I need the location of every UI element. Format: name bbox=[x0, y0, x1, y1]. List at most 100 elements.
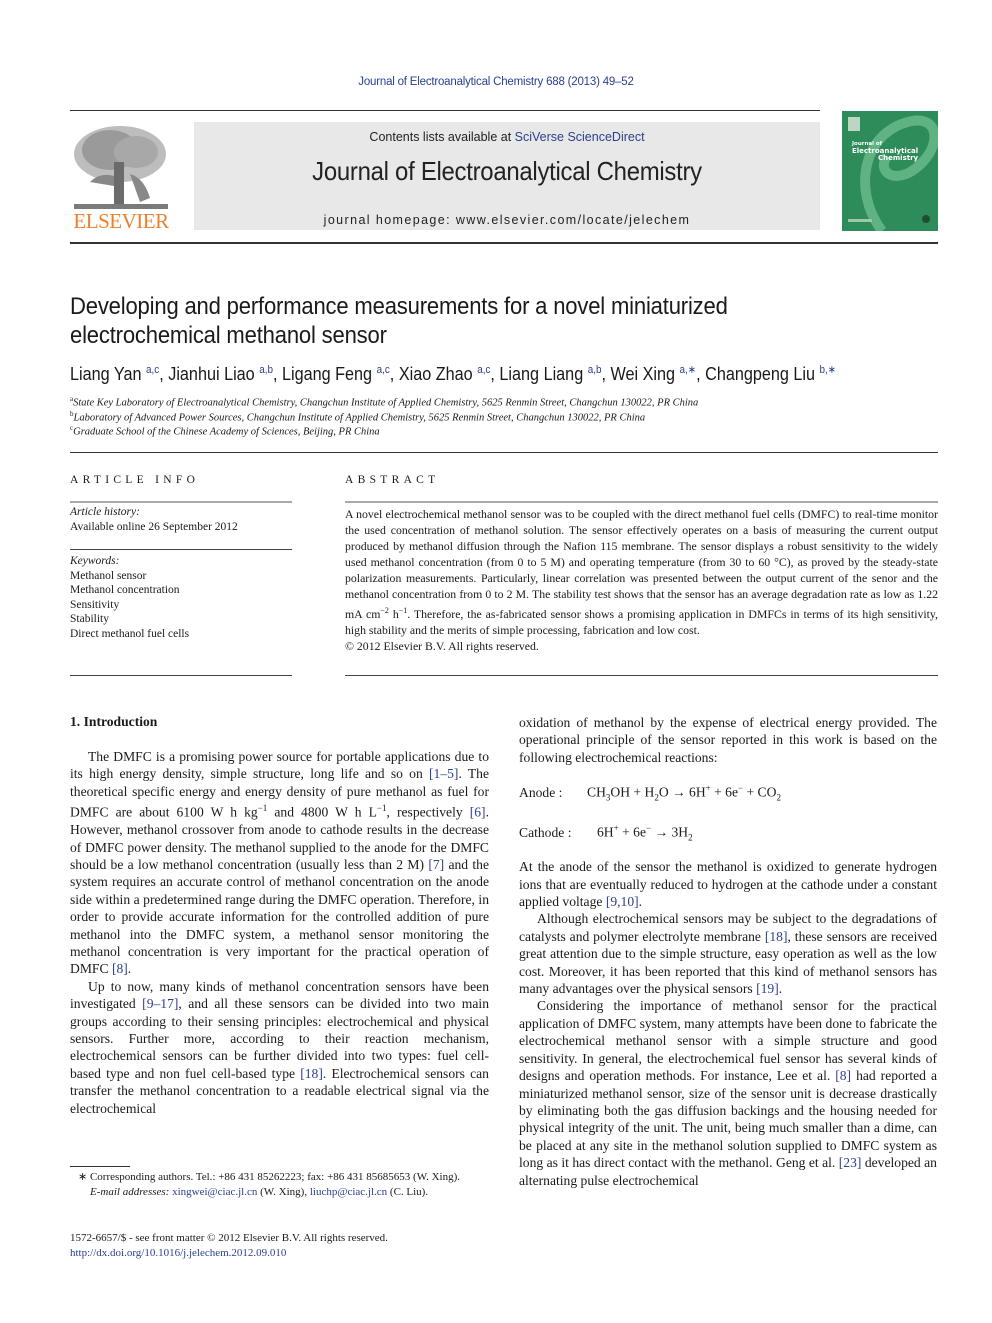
header-thick-rule bbox=[70, 242, 938, 244]
affiliation-mark[interactable]: a,c bbox=[477, 364, 490, 376]
equation-label: Anode : bbox=[519, 784, 563, 800]
abstract-text: A novel electrochemical methanol sensor … bbox=[345, 506, 938, 654]
email-link[interactable]: xingwei@ciac.jl.cn bbox=[172, 1186, 257, 1198]
cover-title: Journal of Electroanalytical Chemistry bbox=[852, 141, 918, 162]
issn-line: 1572-6657/$ - see front matter © 2012 El… bbox=[70, 1232, 388, 1244]
keywords: Keywords: Methanol sensor Methanol conce… bbox=[70, 554, 189, 642]
cover-swoosh-icon bbox=[848, 115, 938, 231]
paragraph: The DMFC is a promising power source for… bbox=[70, 748, 489, 978]
affiliation-text: State Key Laboratory of Electroanalytica… bbox=[73, 397, 699, 409]
author-name: Wei Xing bbox=[610, 364, 676, 384]
affiliation-mark[interactable]: a,b bbox=[259, 364, 273, 376]
info-rule bbox=[70, 675, 292, 676]
section-rule bbox=[70, 452, 938, 453]
paragraph: oxidation of methanol by the expense of … bbox=[519, 715, 937, 765]
tree-icon bbox=[74, 126, 168, 209]
citation-link[interactable]: [6] bbox=[470, 805, 486, 820]
author-name: Changpeng Liu bbox=[705, 364, 816, 384]
affiliation-text: Laboratory of Advanced Power Sources, Ch… bbox=[73, 412, 646, 424]
publisher-name: ELSEVIER bbox=[73, 209, 169, 233]
superscript: −1 bbox=[376, 803, 387, 814]
author[interactable]: Wei Xing a,∗ bbox=[611, 364, 697, 384]
journal-banner: Contents lists available at SciVerse Sci… bbox=[194, 122, 820, 230]
text: . bbox=[127, 961, 132, 977]
keyword: Direct methanol fuel cells bbox=[70, 627, 190, 640]
affiliation-mark[interactable]: a,c bbox=[377, 364, 390, 376]
author[interactable]: Liang Liang a,b bbox=[499, 364, 601, 384]
citation-link[interactable]: [8] bbox=[112, 961, 128, 976]
abstract-rule bbox=[345, 501, 938, 503]
author[interactable]: Ligang Feng a,c bbox=[282, 364, 390, 384]
author[interactable]: Liang Yan a,c bbox=[70, 364, 159, 384]
citation-link[interactable]: [8] bbox=[835, 1068, 851, 1083]
publisher-logo[interactable]: ELSEVIER bbox=[70, 122, 172, 233]
citation-link[interactable]: [7] bbox=[428, 857, 444, 872]
author[interactable]: Changpeng Liu b,∗ bbox=[705, 364, 836, 384]
citation-link[interactable]: [9–17] bbox=[142, 996, 178, 1011]
citation-link[interactable]: [18] bbox=[765, 929, 788, 944]
section-heading: 1. Introduction bbox=[70, 714, 158, 729]
author-sep: , bbox=[601, 364, 611, 384]
email-label: E-mail addresses: bbox=[90, 1186, 170, 1198]
journal-title: Journal of Electroanalytical Chemistry bbox=[312, 156, 702, 186]
affiliation: cGraduate School of the Chinese Academy … bbox=[70, 424, 380, 438]
affiliation-mark[interactable]: a,c bbox=[146, 364, 159, 376]
info-rule bbox=[70, 549, 292, 550]
affiliation-mark[interactable]: a,b bbox=[588, 364, 602, 376]
issn-block: 1572-6657/$ - see front matter © 2012 El… bbox=[70, 1231, 388, 1260]
author-name: Liang Yan bbox=[70, 364, 142, 384]
superscript: −1 bbox=[398, 605, 408, 615]
keyword: Methanol concentration bbox=[70, 584, 180, 597]
email-owner: (C. Liu). bbox=[387, 1186, 429, 1198]
citation-link[interactable]: [9,10] bbox=[606, 894, 639, 909]
header-rule bbox=[70, 110, 820, 111]
author-name: Liang Liang bbox=[499, 364, 584, 384]
paragraph: Up to now, many kinds of methanol concen… bbox=[70, 978, 489, 1117]
email-line: E-mail addresses: xingwei@ciac.jl.cn (W.… bbox=[70, 1185, 489, 1200]
keyword: Sensitivity bbox=[70, 598, 120, 611]
right-column: oxidation of methanol by the expense of … bbox=[519, 714, 937, 1189]
author-list: Liang Yan a,c, Jianhui Liao a,b, Ligang … bbox=[70, 363, 880, 385]
text: . bbox=[638, 894, 643, 910]
email-owner: (W. Xing), bbox=[257, 1186, 310, 1198]
author[interactable]: Jianhui Liao a,b bbox=[168, 364, 273, 384]
sciencedirect-link[interactable]: SciVerse ScienceDirect bbox=[515, 130, 645, 144]
running-head[interactable]: Journal of Electroanalytical Chemistry 6… bbox=[0, 76, 992, 88]
keyword: Stability bbox=[70, 613, 109, 626]
paragraph: Although electrochemical sensors may be … bbox=[519, 910, 937, 997]
author[interactable]: Xiao Zhao a,c bbox=[399, 364, 491, 384]
citation-link[interactable]: [23] bbox=[839, 1155, 862, 1170]
text: . bbox=[778, 981, 783, 997]
doi-link[interactable]: http://dx.doi.org/10.1016/j.jelechem.201… bbox=[70, 1247, 286, 1259]
article-history: Article history: Available online 26 Sep… bbox=[70, 505, 238, 534]
citation-link[interactable]: [18] bbox=[300, 1066, 323, 1081]
contents-prefix: Contents lists available at bbox=[369, 130, 515, 144]
keyword: Methanol sensor bbox=[70, 569, 147, 582]
author-sep: , bbox=[159, 364, 169, 384]
article-info-heading: ARTICLE INFO bbox=[70, 474, 200, 486]
copyright: © 2012 Elsevier B.V. All rights reserved… bbox=[345, 638, 539, 653]
abstract-rule bbox=[345, 675, 938, 676]
paragraph: At the anode of the sensor the methanol … bbox=[519, 858, 937, 910]
text: and the system requires an accurate cont… bbox=[70, 856, 489, 977]
author-name: Xiao Zhao bbox=[398, 364, 473, 384]
footnote-rule bbox=[70, 1166, 130, 1167]
citation-link[interactable]: [1–5] bbox=[429, 766, 458, 781]
corresponding-note: ∗ Corresponding authors. Tel.: +86 431 8… bbox=[78, 1171, 460, 1183]
superscript: −2 bbox=[380, 605, 389, 615]
history-label: Article history: bbox=[70, 506, 140, 518]
affiliation-mark[interactable]: a,∗ bbox=[680, 364, 697, 376]
citation-link[interactable]: [19] bbox=[756, 981, 779, 996]
email-link[interactable]: liuchp@ciac.jl.cn bbox=[310, 1186, 387, 1198]
author-name: Jianhui Liao bbox=[168, 364, 255, 384]
author-sep: , bbox=[696, 364, 706, 384]
article-title: Developing and performance measurements … bbox=[70, 292, 844, 350]
author-sep: , bbox=[490, 364, 500, 384]
affiliation-text: Graduate School of the Chinese Academy o… bbox=[73, 426, 380, 438]
journal-cover[interactable]: Journal of Electroanalytical Chemistry bbox=[842, 111, 938, 231]
affiliation: aState Key Laboratory of Electroanalytic… bbox=[70, 395, 698, 409]
contents-line: Contents lists available at SciVerse Sci… bbox=[194, 130, 820, 144]
journal-homepage[interactable]: journal homepage: www.elsevier.com/locat… bbox=[194, 213, 820, 227]
equation-label: Cathode : bbox=[519, 824, 572, 840]
affiliation-mark[interactable]: b,∗ bbox=[820, 364, 837, 376]
